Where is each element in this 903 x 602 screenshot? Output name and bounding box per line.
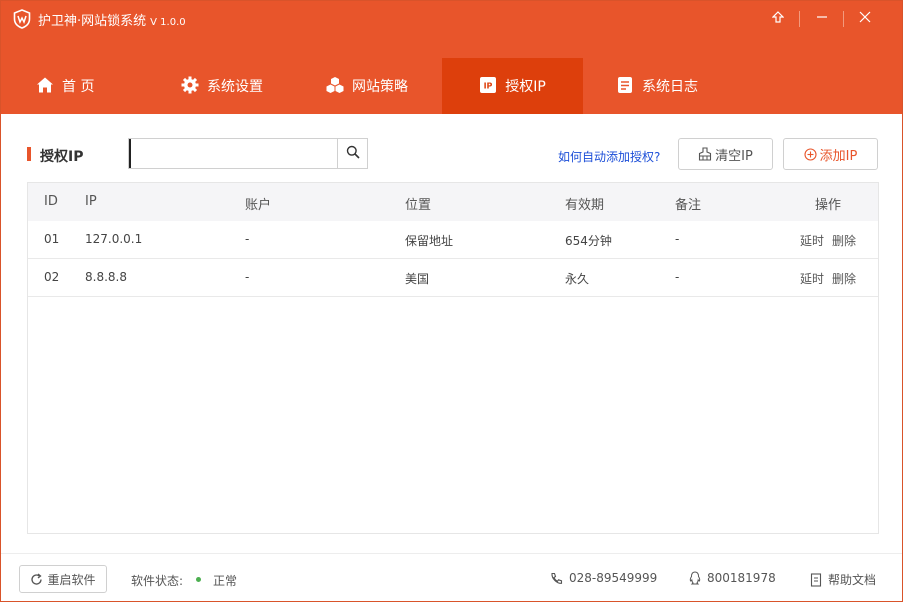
- tab-system-log-label: 系统日志: [642, 79, 698, 95]
- home-icon: [36, 76, 54, 94]
- table-row: 01 127.0.0.1 - 保留地址 654分钟 - 延时 删除: [28, 221, 878, 259]
- help-docs-label: 帮助文档: [828, 573, 877, 587]
- authorized-ip-table: ID IP 账户 位置 有效期 备注 操作 01 127.0.0.1 - 保留地…: [27, 182, 879, 534]
- tab-home[interactable]: 首 页: [36, 58, 94, 114]
- tab-system-settings[interactable]: 系统设置: [181, 58, 263, 114]
- log-icon: [616, 76, 634, 94]
- title-bar[interactable]: 护卫神·网站锁系统 V 1.0.0: [1, 1, 902, 38]
- column-header-account: 账户: [245, 198, 272, 213]
- column-header-location: 位置: [405, 198, 432, 213]
- cell-note: -: [675, 232, 680, 246]
- clear-ip-label: 清空IP: [715, 148, 753, 164]
- document-icon: [810, 572, 822, 587]
- cell-account: -: [245, 270, 250, 284]
- auto-add-help-link[interactable]: 如何自动添加授权?: [558, 148, 660, 165]
- refresh-icon: [30, 572, 43, 586]
- column-header-actions: 操作: [815, 198, 842, 213]
- tab-home-label: 首 页: [62, 79, 95, 95]
- column-header-validity: 有效期: [565, 198, 605, 213]
- cell-note: -: [675, 270, 680, 284]
- cell-location: 保留地址: [405, 234, 454, 248]
- tab-site-policy[interactable]: 网站策略: [326, 58, 408, 114]
- tab-system-log[interactable]: 系统日志: [616, 58, 698, 114]
- minimize-button[interactable]: [807, 5, 837, 33]
- gear-icon: [181, 76, 199, 94]
- column-header-note: 备注: [675, 198, 702, 213]
- table-row: 02 8.8.8.8 - 美国 永久 - 延时 删除: [28, 259, 878, 297]
- help-docs-link[interactable]: 帮助文档: [810, 571, 876, 588]
- app-title-text: 护卫神·网站锁系统: [38, 14, 147, 29]
- cell-validity: 永久: [565, 272, 590, 286]
- tab-site-policy-label: 网站策略: [352, 79, 408, 95]
- tab-authorized-ip-label: 授权IP: [505, 79, 546, 95]
- column-header-ip: IP: [85, 194, 97, 209]
- plus-circle-icon: [804, 147, 817, 161]
- broom-icon: [698, 147, 712, 161]
- close-button[interactable]: [850, 5, 880, 33]
- delete-button[interactable]: 删除: [832, 232, 856, 249]
- status-value: 正常: [213, 574, 238, 588]
- support-phone-number: 028-89549999: [569, 571, 658, 585]
- app-title: 护卫神·网站锁系统 V 1.0.0: [38, 10, 186, 29]
- search-input[interactable]: [129, 139, 339, 168]
- title-separator: [799, 11, 800, 27]
- status-indicator: [196, 577, 201, 582]
- cell-id: 02: [44, 270, 60, 284]
- cell-validity: 654分钟: [565, 234, 612, 248]
- qq-icon: [689, 571, 701, 585]
- app-window: 护卫神·网站锁系统 V 1.0.0 首 页 系统设置 网站策略 IP 授权IP …: [0, 0, 903, 602]
- shield-logo-icon: [13, 9, 31, 29]
- main-nav: 首 页 系统设置 网站策略 IP 授权IP 系统日志: [1, 38, 902, 114]
- status-label: 软件状态:: [131, 574, 184, 588]
- minimize-icon: [816, 11, 828, 27]
- extend-button[interactable]: 延时: [800, 270, 824, 287]
- close-icon: [859, 11, 871, 27]
- table-header: ID IP 账户 位置 有效期 备注 操作: [28, 183, 878, 221]
- svg-text:IP: IP: [484, 82, 493, 91]
- search-button[interactable]: [337, 139, 367, 168]
- tab-system-settings-label: 系统设置: [207, 79, 263, 95]
- column-header-id: ID: [44, 194, 58, 209]
- extend-button[interactable]: 延时: [800, 232, 824, 249]
- search-icon: [346, 145, 360, 163]
- search-box: [128, 138, 368, 169]
- cell-id: 01: [44, 232, 60, 246]
- ip-icon: IP: [479, 76, 497, 94]
- upgrade-button[interactable]: [763, 5, 793, 33]
- cell-location: 美国: [405, 272, 430, 286]
- cubes-icon: [326, 76, 344, 94]
- cell-ip: 8.8.8.8: [85, 270, 127, 284]
- phone-icon: [550, 572, 563, 585]
- restart-software-button[interactable]: 重启软件: [19, 565, 107, 593]
- support-qq-number: 800181978: [707, 571, 776, 585]
- tab-authorized-ip[interactable]: IP 授权IP: [442, 58, 583, 114]
- app-version: V 1.0.0: [150, 17, 186, 28]
- add-ip-label: 添加IP: [819, 148, 858, 164]
- footer-divider: [1, 553, 902, 554]
- delete-button[interactable]: 删除: [832, 270, 856, 287]
- section-accent-bar: [27, 147, 31, 161]
- restart-software-label: 重启软件: [47, 572, 96, 587]
- add-ip-button[interactable]: 添加IP: [783, 138, 878, 170]
- clear-ip-button[interactable]: 清空IP: [678, 138, 773, 170]
- section-title: 授权IP: [40, 149, 84, 165]
- cell-account: -: [245, 232, 250, 246]
- support-qq: 800181978: [689, 571, 776, 585]
- upgrade-icon: [771, 11, 785, 27]
- cell-ip: 127.0.0.1: [85, 232, 143, 246]
- support-phone: 028-89549999: [550, 571, 657, 585]
- title-separator: [843, 11, 844, 27]
